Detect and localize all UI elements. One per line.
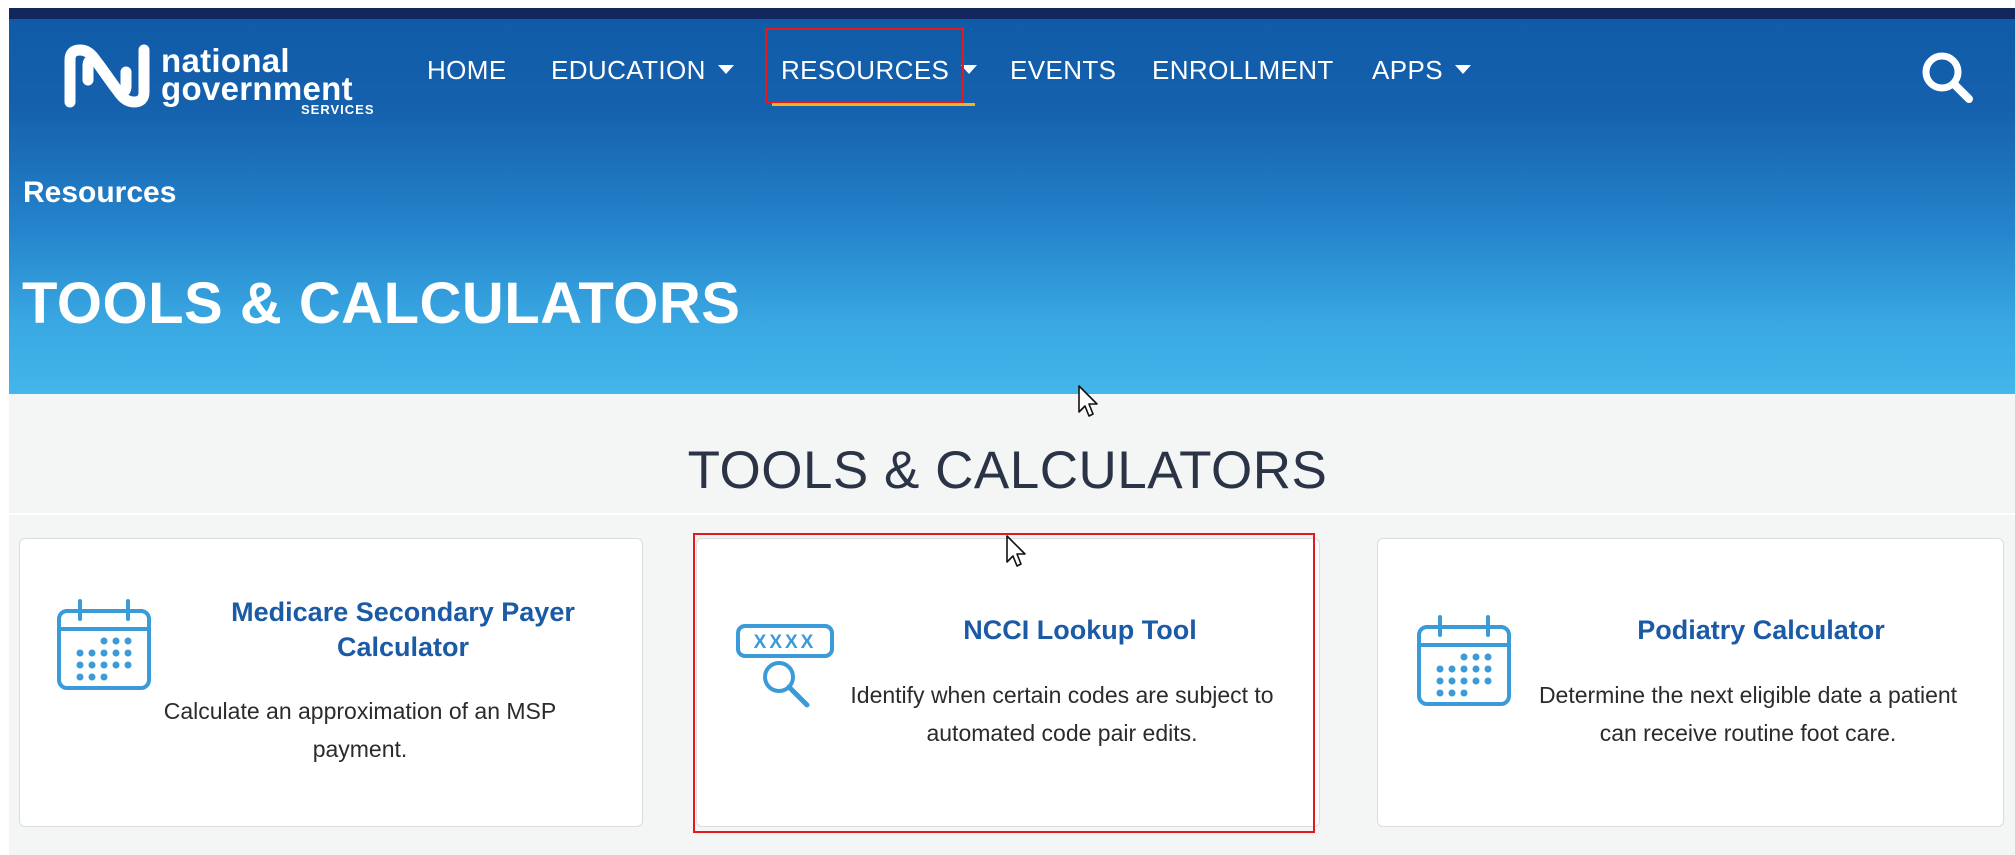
- section-divider: [9, 513, 2015, 515]
- nav-resources[interactable]: RESOURCES: [781, 53, 978, 87]
- card-msp-calculator[interactable]: Medicare Secondary Payer Calculator Calc…: [19, 538, 643, 827]
- breadcrumb[interactable]: Resources: [23, 176, 176, 210]
- chevron-down-icon: [1454, 64, 1471, 74]
- nav-education[interactable]: EDUCATION: [551, 53, 734, 87]
- nav-enrollment[interactable]: ENROLLMENT: [1152, 53, 1334, 87]
- nav-apps-label: APPS: [1372, 55, 1443, 85]
- page-left-edge: [0, 0, 9, 855]
- ngs-logo-mark-icon: [64, 44, 150, 108]
- nav-events[interactable]: EVENTS: [1010, 53, 1116, 87]
- card-title[interactable]: Podiatry Calculator: [1538, 613, 1984, 648]
- card-description: Determine the next eligible date a patie…: [1538, 682, 1958, 746]
- nav-enrollment-label: ENROLLMENT: [1152, 55, 1334, 85]
- code-lookup-icon: XXXX: [736, 624, 834, 708]
- card-description: Identify when certain codes are subject …: [850, 682, 1274, 746]
- search-button[interactable]: [1918, 48, 1976, 106]
- ngs-logo[interactable]: national government SERVICES: [64, 40, 394, 124]
- calendar-icon: [1417, 615, 1511, 706]
- nav-resources-label: RESOURCES: [781, 55, 950, 85]
- card-ncci-lookup[interactable]: XXXX NCCI Lookup Tool Identify when cert…: [696, 538, 1320, 827]
- nav-home[interactable]: HOME: [427, 53, 507, 87]
- nav-home-label: HOME: [427, 55, 507, 85]
- card-description: Calculate an approximation of an MSP pay…: [163, 698, 557, 762]
- chevron-down-icon: [717, 64, 734, 74]
- section-title: TOOLS & CALCULATORS: [687, 441, 1328, 500]
- page-top-edge: [9, 0, 2015, 8]
- nav-apps[interactable]: APPS: [1372, 53, 1471, 87]
- logo-text-services: SERVICES: [301, 102, 375, 117]
- active-nav-indicator: [772, 103, 975, 106]
- calendar-icon: [57, 599, 151, 690]
- card-title[interactable]: Medicare Secondary Payer Calculator: [180, 595, 626, 665]
- nav-events-label: EVENTS: [1010, 55, 1117, 85]
- logo-text-government: government: [161, 70, 353, 107]
- card-title[interactable]: NCCI Lookup Tool: [857, 613, 1303, 648]
- search-icon: [1922, 52, 1973, 103]
- utility-bar: [9, 8, 2015, 19]
- code-lookup-icon-text: XXXX: [754, 632, 817, 653]
- nav-education-label: EDUCATION: [551, 55, 706, 85]
- chevron-down-icon: [961, 64, 978, 74]
- card-podiatry-calculator[interactable]: Podiatry Calculator Determine the next e…: [1377, 538, 2004, 827]
- page-title: TOOLS & CALCULATORS: [22, 271, 741, 336]
